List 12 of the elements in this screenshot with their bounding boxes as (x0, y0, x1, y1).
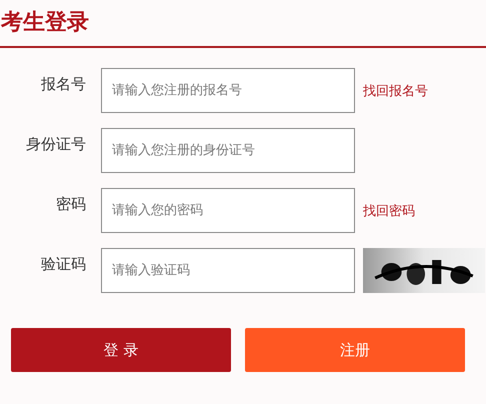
field-label: 报名号 (40, 75, 86, 94)
field-label: 身份证号 (25, 135, 86, 154)
input-field[interactable]: 请输入您注册的报名号 (101, 68, 355, 113)
login-button[interactable]: 登 录 (11, 328, 231, 372)
field-label: 验证码 (40, 255, 86, 274)
link[interactable]: 找回报名号 (363, 82, 428, 100)
link[interactable]: 找回密码 (363, 202, 415, 220)
field-label: 密码 (55, 195, 86, 214)
input-field[interactable]: 请输入验证码 (101, 248, 355, 293)
input-field[interactable]: 请输入您注册的身份证号 (101, 128, 355, 173)
page-title: 考生登录 (0, 9, 90, 37)
input-field[interactable]: 请输入您的密码 (101, 188, 355, 233)
